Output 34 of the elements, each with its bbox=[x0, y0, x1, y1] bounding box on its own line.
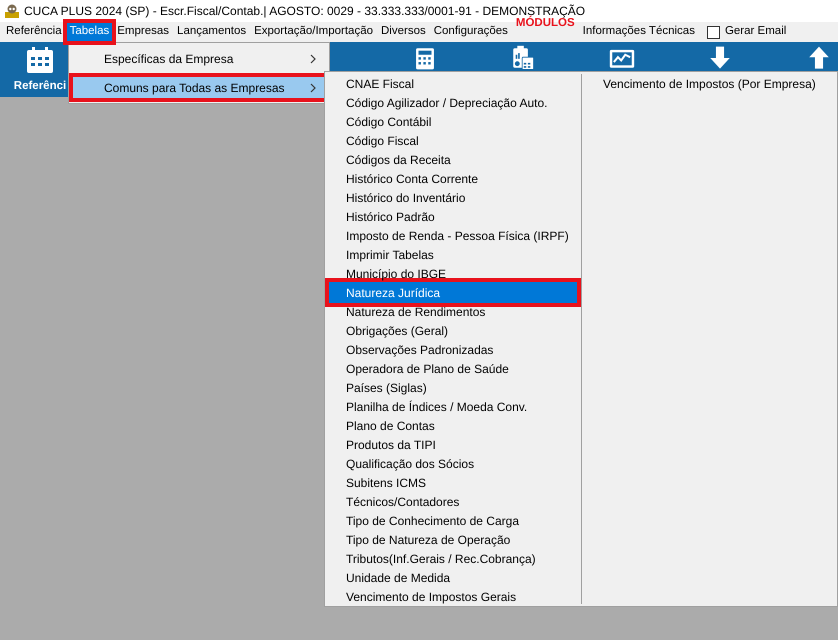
menu-item[interactable]: Tributos(Inf.Gerais / Rec.Cobrança) bbox=[325, 549, 581, 568]
app-icon bbox=[4, 3, 20, 19]
menu-item[interactable]: Imprimir Tabelas bbox=[325, 245, 581, 264]
menu-item[interactable]: Imposto de Renda - Pessoa Física (IRPF) bbox=[325, 226, 581, 245]
menu-item[interactable]: Exportação/Importação bbox=[250, 22, 377, 42]
menu-item[interactable]: Histórico Padrão bbox=[325, 207, 581, 226]
menu-item[interactable]: Configurações bbox=[430, 22, 512, 42]
gerar-email-checkbox[interactable]: Gerar Email bbox=[702, 23, 790, 41]
menu-item[interactable]: Subitens ICMS bbox=[325, 473, 581, 492]
toolbar-button[interactable]: Referênci bbox=[14, 45, 66, 96]
menu-item[interactable]: Plano de Contas bbox=[325, 416, 581, 435]
menu-item[interactable]: Vencimento de Impostos (Por Empresa) bbox=[582, 74, 837, 93]
menu-item[interactable]: Código Contábil bbox=[325, 112, 581, 131]
menu-item[interactable]: Lançamentos bbox=[173, 22, 250, 42]
menu-item[interactable]: Código Fiscal bbox=[325, 131, 581, 150]
menu-item[interactable]: Operadora de Plano de Saúde bbox=[325, 359, 581, 378]
menu-item[interactable]: Obrigações (Geral) bbox=[325, 321, 581, 340]
menu-item[interactable]: Códigos da Receita bbox=[325, 150, 581, 169]
menu-item[interactable]: Planilha de Índices / Moeda Conv. bbox=[325, 397, 581, 416]
menu-item[interactable]: Tabelas bbox=[62, 19, 116, 45]
menu-item[interactable]: Histórico Conta Corrente bbox=[325, 169, 581, 188]
menu-item[interactable]: Informações Técnicas bbox=[578, 22, 699, 42]
menu-item[interactable]: Tipo de Conhecimento de Carga bbox=[325, 511, 581, 530]
menu-item[interactable]: Tipo de Natureza de Operação bbox=[325, 530, 581, 549]
menu-item[interactable]: Unidade de Medida bbox=[325, 568, 581, 587]
menu-item[interactable]: Qualificação dos Sócios bbox=[325, 454, 581, 473]
menu-item[interactable]: Técnicos/Contadores bbox=[325, 492, 581, 511]
menu-item[interactable]: Produtos da TIPI bbox=[325, 435, 581, 454]
menu-item[interactable]: Vencimento de Impostos Gerais bbox=[325, 587, 581, 606]
menu-item[interactable]: Observações Padronizadas bbox=[325, 340, 581, 359]
menu-item[interactable]: Específicas da Empresa bbox=[69, 44, 329, 73]
menu-item[interactable]: Diversos bbox=[377, 22, 430, 42]
menu-item[interactable]: Países (Siglas) bbox=[325, 378, 581, 397]
menu-item[interactable]: Histórico do Inventário bbox=[325, 188, 581, 207]
